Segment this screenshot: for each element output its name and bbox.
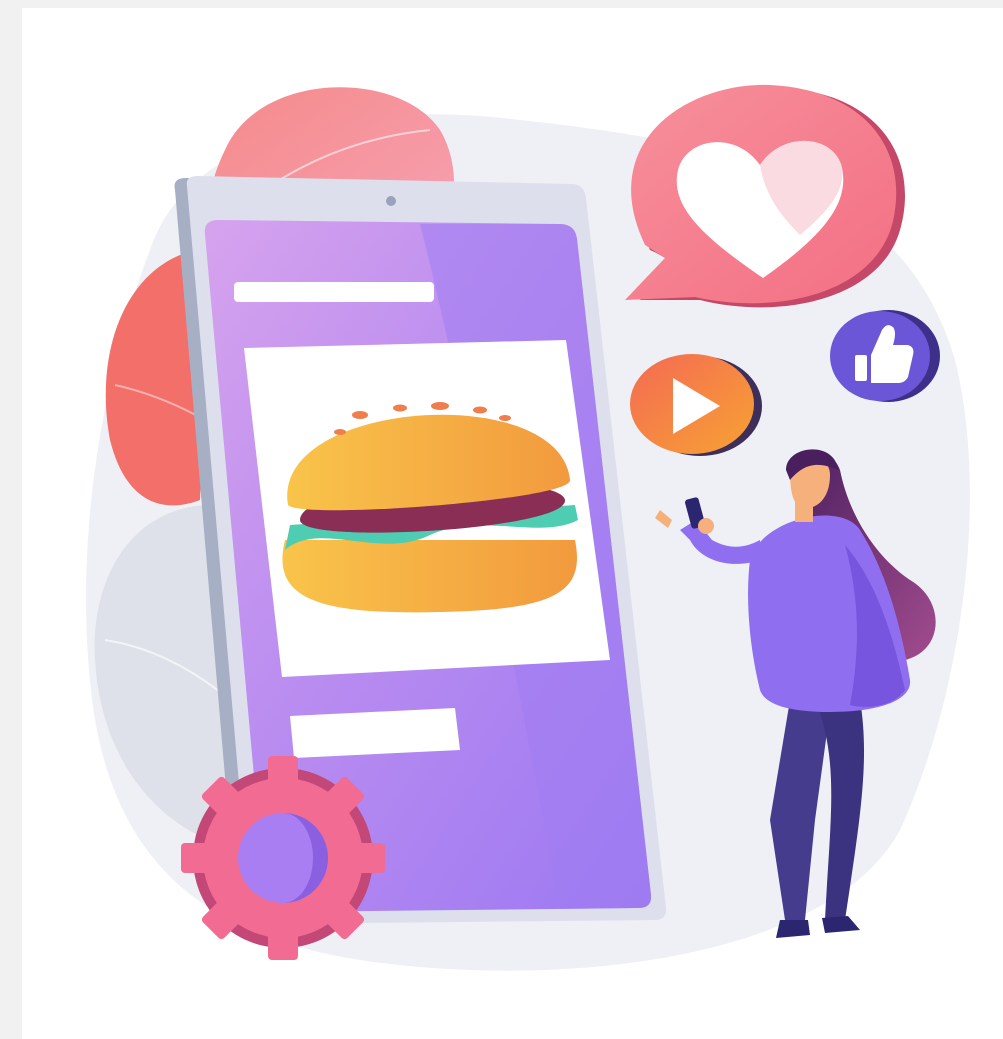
screen-title-bar xyxy=(234,282,434,302)
camera-dot xyxy=(386,196,396,206)
like-badge xyxy=(830,310,940,402)
illustration-frame xyxy=(22,8,1003,1039)
heart-bubble xyxy=(625,84,905,308)
screen-button-bar xyxy=(290,708,460,758)
illustration xyxy=(86,84,970,971)
gear-icon xyxy=(181,756,385,960)
